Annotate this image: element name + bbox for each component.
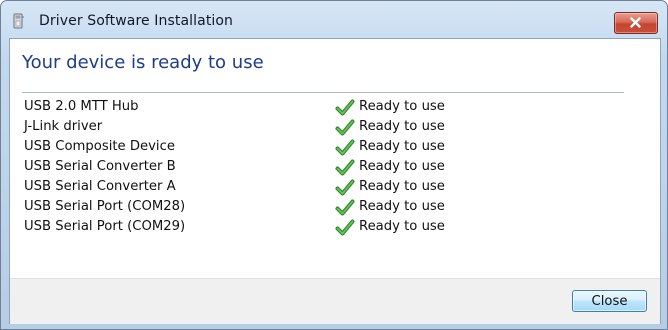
checkmark-icon bbox=[335, 119, 355, 136]
device-row: USB Serial Converter B Ready to use bbox=[24, 158, 644, 178]
close-icon bbox=[630, 17, 641, 28]
window-title: Driver Software Installation bbox=[39, 13, 234, 29]
status-text: Ready to use bbox=[359, 199, 445, 214]
checkmark-icon bbox=[335, 99, 355, 116]
checkmark-icon bbox=[335, 199, 355, 216]
close-button[interactable]: Close bbox=[572, 290, 647, 312]
device-name: USB 2.0 MTT Hub bbox=[24, 99, 139, 114]
checkmark-icon bbox=[335, 139, 355, 156]
window-close-button[interactable] bbox=[614, 12, 658, 34]
checkmark-icon bbox=[335, 179, 355, 196]
dialog-content: Your device is ready to use USB 2.0 MTT … bbox=[9, 38, 661, 324]
checkmark-icon bbox=[335, 159, 355, 176]
status-text: Ready to use bbox=[359, 139, 445, 154]
device-name: USB Serial Converter A bbox=[24, 179, 176, 194]
device-name: USB Serial Converter B bbox=[24, 159, 176, 174]
device-row: USB Serial Converter A Ready to use bbox=[24, 178, 644, 198]
device-name: USB Serial Port (COM28) bbox=[24, 199, 186, 214]
device-name: J-Link driver bbox=[24, 119, 103, 134]
status-text: Ready to use bbox=[359, 99, 445, 114]
dialog-footer: Close bbox=[10, 278, 660, 324]
status-text: Ready to use bbox=[359, 119, 445, 134]
device-row: USB Serial Port (COM29) Ready to use bbox=[24, 218, 644, 238]
device-name: USB Composite Device bbox=[24, 139, 175, 154]
device-row: USB Serial Port (COM28) Ready to use bbox=[24, 198, 644, 218]
heading-divider bbox=[22, 92, 624, 93]
status-text: Ready to use bbox=[359, 179, 445, 194]
device-row: USB Composite Device Ready to use bbox=[24, 138, 644, 158]
device-name: USB Serial Port (COM29) bbox=[24, 219, 186, 234]
device-row: J-Link driver Ready to use bbox=[24, 118, 644, 138]
page-heading: Your device is ready to use bbox=[22, 52, 264, 73]
checkmark-icon bbox=[335, 219, 355, 236]
device-list: USB 2.0 MTT Hub Ready to use J-Link driv… bbox=[24, 98, 644, 238]
device-installer-icon bbox=[12, 13, 25, 30]
status-text: Ready to use bbox=[359, 219, 445, 234]
title-bar[interactable]: Driver Software Installation bbox=[1, 1, 667, 37]
status-text: Ready to use bbox=[359, 159, 445, 174]
device-row: USB 2.0 MTT Hub Ready to use bbox=[24, 98, 644, 118]
driver-installation-window: Driver Software Installation Your device… bbox=[0, 0, 668, 330]
